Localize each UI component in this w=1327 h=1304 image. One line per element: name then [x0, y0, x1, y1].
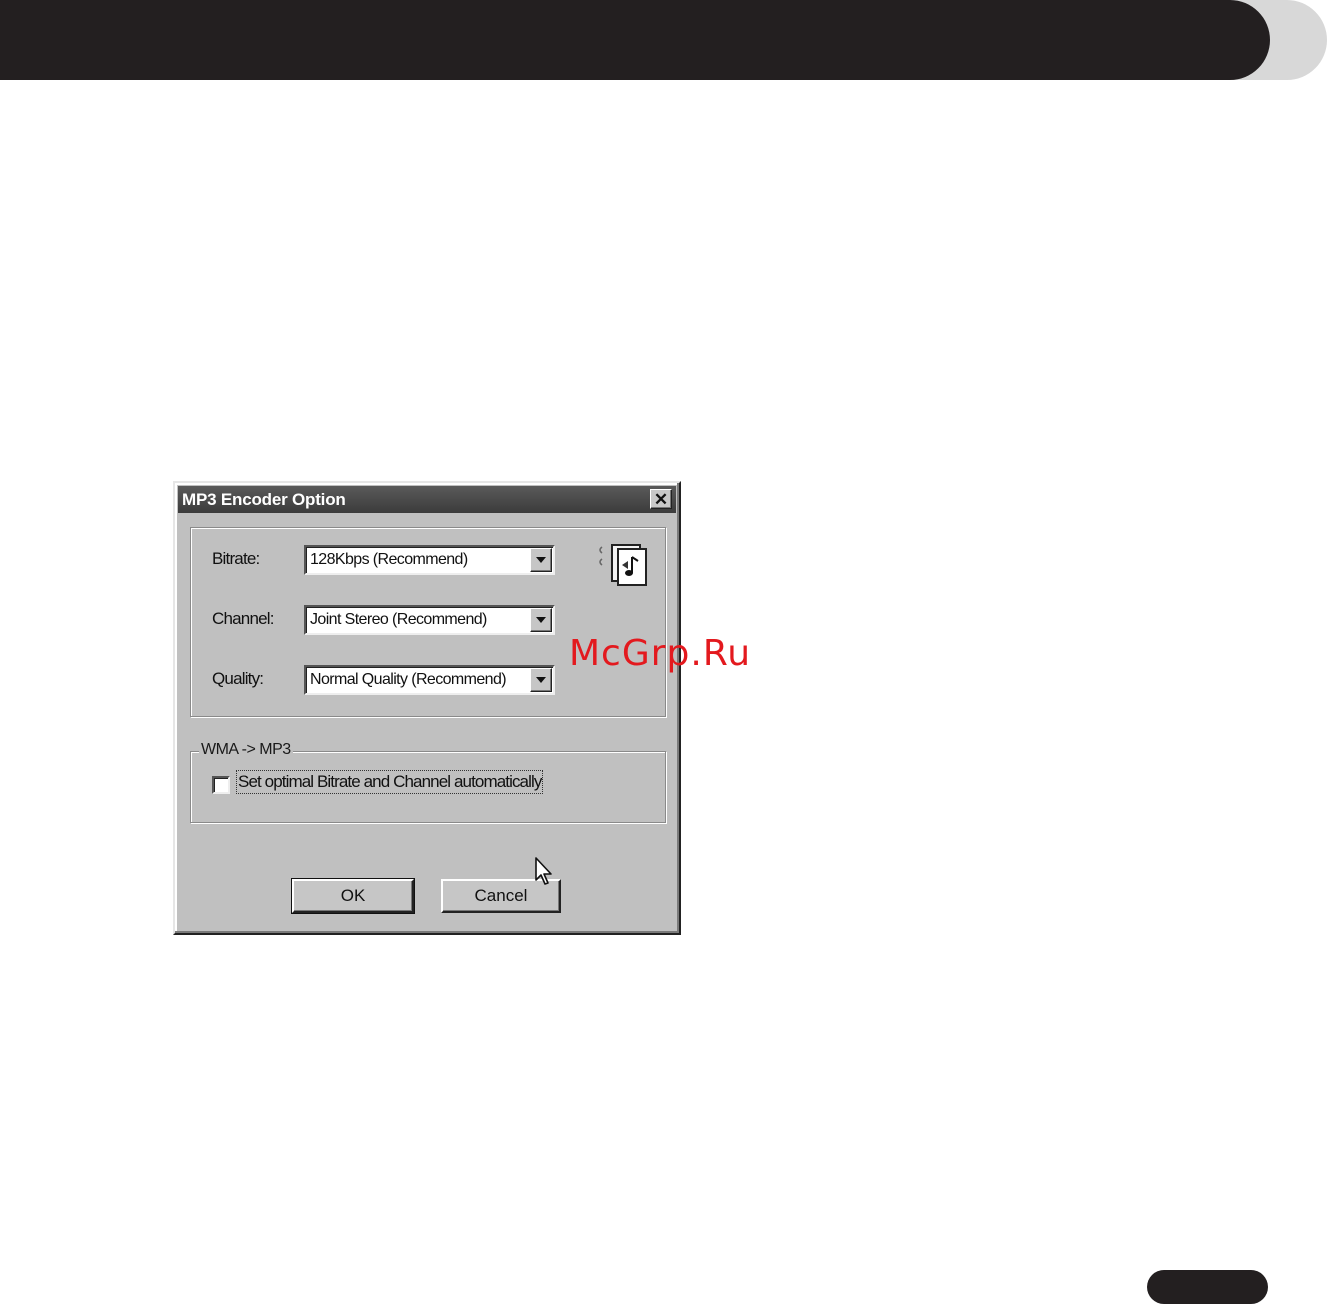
quality-label: Quality: [212, 669, 264, 688]
channel-label: Channel: [212, 609, 274, 628]
quality-value: Normal Quality (Recommend) [310, 671, 507, 688]
music-file-icon [599, 544, 647, 586]
ok-button[interactable]: OK [291, 878, 415, 914]
bitrate-dropdown-button[interactable] [530, 548, 552, 572]
mouse-cursor-icon [535, 857, 552, 885]
channel-dropdown-button[interactable] [530, 608, 552, 632]
chevron-down-icon [536, 557, 546, 563]
chevron-down-icon [536, 677, 546, 683]
quality-select[interactable]: Normal Quality (Recommend) [304, 665, 555, 695]
quality-dropdown-button[interactable] [530, 668, 552, 692]
channel-select[interactable]: Joint Stereo (Recommend) [304, 605, 555, 635]
bitrate-select[interactable]: 128Kbps (Recommend) [304, 545, 555, 575]
auto-bitrate-checkbox[interactable] [212, 776, 230, 794]
page-header-bar [0, 0, 1270, 80]
wma-to-mp3-legend: WMA -> MP3 [199, 741, 293, 759]
close-button[interactable]: ✕ [650, 489, 672, 509]
dialog-titlebar[interactable]: MP3 Encoder Option ✕ [178, 486, 676, 513]
bitrate-label: Bitrate: [212, 549, 260, 568]
channel-value: Joint Stereo (Recommend) [310, 611, 487, 628]
dialog-title: MP3 Encoder Option [182, 489, 346, 509]
page-number-pill [1147, 1270, 1268, 1304]
close-icon: ✕ [653, 489, 669, 509]
auto-bitrate-label[interactable]: Set optimal Bitrate and Channel automati… [235, 770, 544, 794]
mp3-encoder-dialog: MP3 Encoder Option ✕ Bitrate: 128Kbps (R… [173, 481, 681, 935]
chevron-down-icon [536, 617, 546, 623]
bitrate-value: 128Kbps (Recommend) [310, 551, 468, 568]
watermark-text: McGrp.Ru [569, 633, 752, 674]
